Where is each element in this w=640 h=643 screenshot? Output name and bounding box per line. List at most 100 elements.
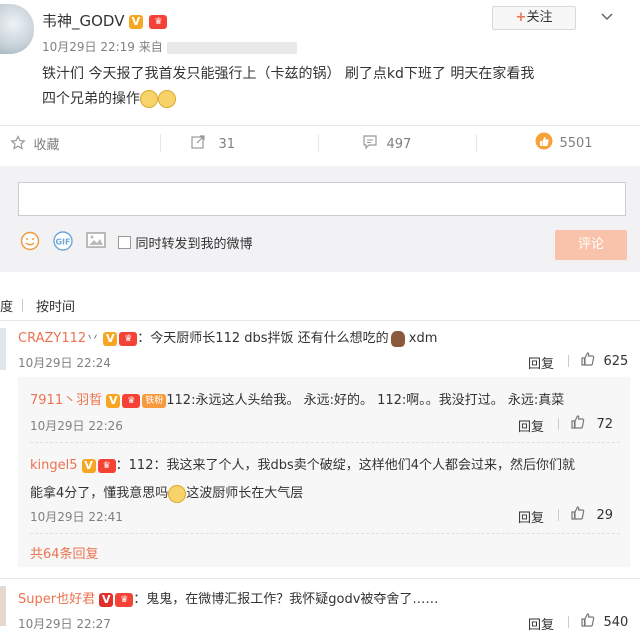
verified-icon: V: [99, 592, 114, 607]
post-source-prefix: 来自: [138, 40, 163, 54]
member-crown-icon: ♛: [97, 458, 116, 473]
like-count: 625: [603, 354, 629, 369]
comment-input[interactable]: [18, 182, 626, 216]
plus-icon: +: [515, 10, 527, 25]
divider: [30, 442, 620, 443]
submit-comment-button[interactable]: 评论: [555, 230, 627, 260]
chevron-down-icon[interactable]: [600, 10, 614, 24]
commenter-name[interactable]: Super也好君: [18, 592, 95, 607]
commenter-avatar[interactable]: [0, 586, 6, 626]
comment-count: 497: [386, 137, 412, 152]
star-icon: [10, 135, 26, 155]
emoji-picker-button[interactable]: [20, 231, 40, 255]
more-replies-link[interactable]: 共64条回复: [30, 543, 99, 562]
gif-button[interactable]: GIF: [52, 231, 74, 255]
image-upload-button[interactable]: [86, 231, 106, 253]
post-text-line: 四个兄弟的操作: [42, 87, 632, 112]
thumbs-up-icon: [580, 612, 596, 632]
favorite-action[interactable]: 收藏: [10, 134, 59, 154]
like-count: 5501: [559, 136, 593, 151]
like-count: 540: [603, 615, 629, 630]
divider: [558, 509, 559, 521]
thumbs-up-icon: [580, 351, 596, 371]
comment-text: ：今天厨师长112 dbs拌饭 还有什么想吃的: [137, 331, 389, 346]
reply-time[interactable]: 10月29日 22:26: [30, 417, 123, 434]
post-text-line: 铁汁们 今天报了我首发只能强行上（卡兹的锅） 刷了点kd下班了 明天在家看我: [42, 66, 535, 82]
member-crown-icon: ♛: [115, 592, 134, 607]
checkbox[interactable]: [118, 236, 131, 249]
comment-like-button[interactable]: 540: [580, 612, 628, 632]
reply-button[interactable]: 回复: [528, 353, 554, 372]
divider: [30, 533, 620, 534]
also-repost-option[interactable]: 同时转发到我的微博: [118, 233, 253, 252]
comment-icon: [362, 134, 378, 154]
author-name[interactable]: 韦神_GODV: [42, 12, 124, 30]
reply-text: 这波厨师长在大气层: [186, 486, 304, 501]
divider: [0, 578, 640, 579]
thumbs-up-icon: [570, 505, 586, 525]
member-crown-icon: ♛: [149, 15, 168, 29]
reply-line: 7911丶羽晢 V ♛ 铁粉 112:永远这人头给我。 永远:好的。 112:啊。。我…: [30, 389, 564, 408]
source-blur: [166, 41, 297, 54]
also-repost-label: 同时转发到我的微博: [135, 237, 253, 252]
composer-arrow: [0, 166, 14, 176]
follow-button[interactable]: +关注: [492, 6, 576, 30]
reply-text: ：112：我这来了个人，我dbs卖个破绽，这样他们4个人都会过来，然后你们就: [115, 458, 576, 473]
comment-text: ：鬼鬼，在微博汇报工作？我怀疑godv被夺舍了……: [133, 592, 439, 607]
reply-text-line: kingel5 V ♛ ：112：我这来了个人，我dbs卖个破绽，这样他们4个人都会…: [30, 452, 575, 480]
favorite-label: 收藏: [33, 138, 60, 153]
reply-text: 能拿4分了，懂我意思吗: [30, 486, 169, 501]
post-text-span: 四个兄弟的操作: [42, 91, 140, 107]
reply-text: 112:永远这人头给我。 永远:好的。 112:啊。。我没打过。 永远:真菜: [166, 393, 565, 408]
smiley-icon: [20, 231, 40, 255]
author-avatar[interactable]: [0, 4, 34, 54]
sort-tab-hot[interactable]: 度: [0, 296, 13, 315]
replier-name[interactable]: 7911丶羽晢: [30, 393, 102, 408]
divider: [0, 320, 640, 321]
gif-icon: GIF: [52, 231, 74, 255]
repost-action[interactable]: 31: [190, 134, 235, 154]
comment-time[interactable]: 10月29日 22:24: [18, 354, 111, 371]
reply-button[interactable]: 回复: [518, 507, 544, 526]
commenter-suffix: 丷: [86, 331, 100, 346]
replier-name[interactable]: kingel5: [30, 458, 78, 473]
doge-emoji-icon: [158, 90, 176, 108]
reply-text-line: 能拿4分了，懂我意思吗 这波厨师长在大气层: [30, 480, 575, 508]
comment-line: CRAZY112丷 V ♛ ：今天厨师长112 dbs拌饭 还有什么想吃的 xdm: [18, 327, 437, 347]
divider: [22, 299, 23, 312]
divider: [0, 125, 640, 126]
reply-line: kingel5 V ♛ ：112：我这来了个人，我dbs卖个破绽，这样他们4个人都会…: [30, 452, 575, 508]
reply-like-button[interactable]: 29: [570, 505, 613, 525]
comment-like-button[interactable]: 625: [580, 351, 628, 371]
verified-icon: V: [103, 331, 118, 346]
divider: [568, 355, 569, 367]
divider: [318, 134, 319, 152]
commenter-avatar[interactable]: [0, 328, 6, 370]
thumbs-up-icon: [535, 132, 553, 154]
commenter-name[interactable]: CRAZY112: [18, 331, 86, 346]
divider: [558, 418, 559, 430]
reply-button[interactable]: 回复: [528, 614, 554, 633]
divider: [568, 616, 569, 628]
reply-time[interactable]: 10月29日 22:41: [30, 508, 123, 525]
fan-badge: 铁粉: [142, 393, 167, 408]
author-line: 韦神_GODV V ♛: [42, 10, 168, 30]
comment-time[interactable]: 10月29日 22:27: [18, 615, 111, 632]
verified-icon: V: [106, 393, 121, 408]
reply-like-button[interactable]: 72: [570, 414, 613, 434]
comment-action[interactable]: 497: [362, 134, 411, 154]
sort-tab-time[interactable]: 按时间: [36, 296, 75, 315]
svg-text:GIF: GIF: [55, 238, 70, 247]
divider: [476, 134, 477, 152]
member-crown-icon: ♛: [119, 331, 138, 346]
comment-text-tail: xdm: [404, 331, 438, 346]
divider: [160, 134, 161, 152]
like-count: 29: [596, 508, 613, 523]
reply-button[interactable]: 回复: [518, 416, 544, 435]
comment-line: Super也好君 V ♛ ：鬼鬼，在微博汇报工作？我怀疑godv被夺舍了……: [18, 588, 438, 607]
post-meta: 10月29日 22:19 来自: [42, 38, 297, 55]
like-action[interactable]: 5501: [535, 132, 593, 154]
emoji-icon: [390, 330, 405, 347]
sort-tab-label: 度: [0, 300, 14, 315]
post-time[interactable]: 10月29日 22:19: [42, 40, 135, 54]
